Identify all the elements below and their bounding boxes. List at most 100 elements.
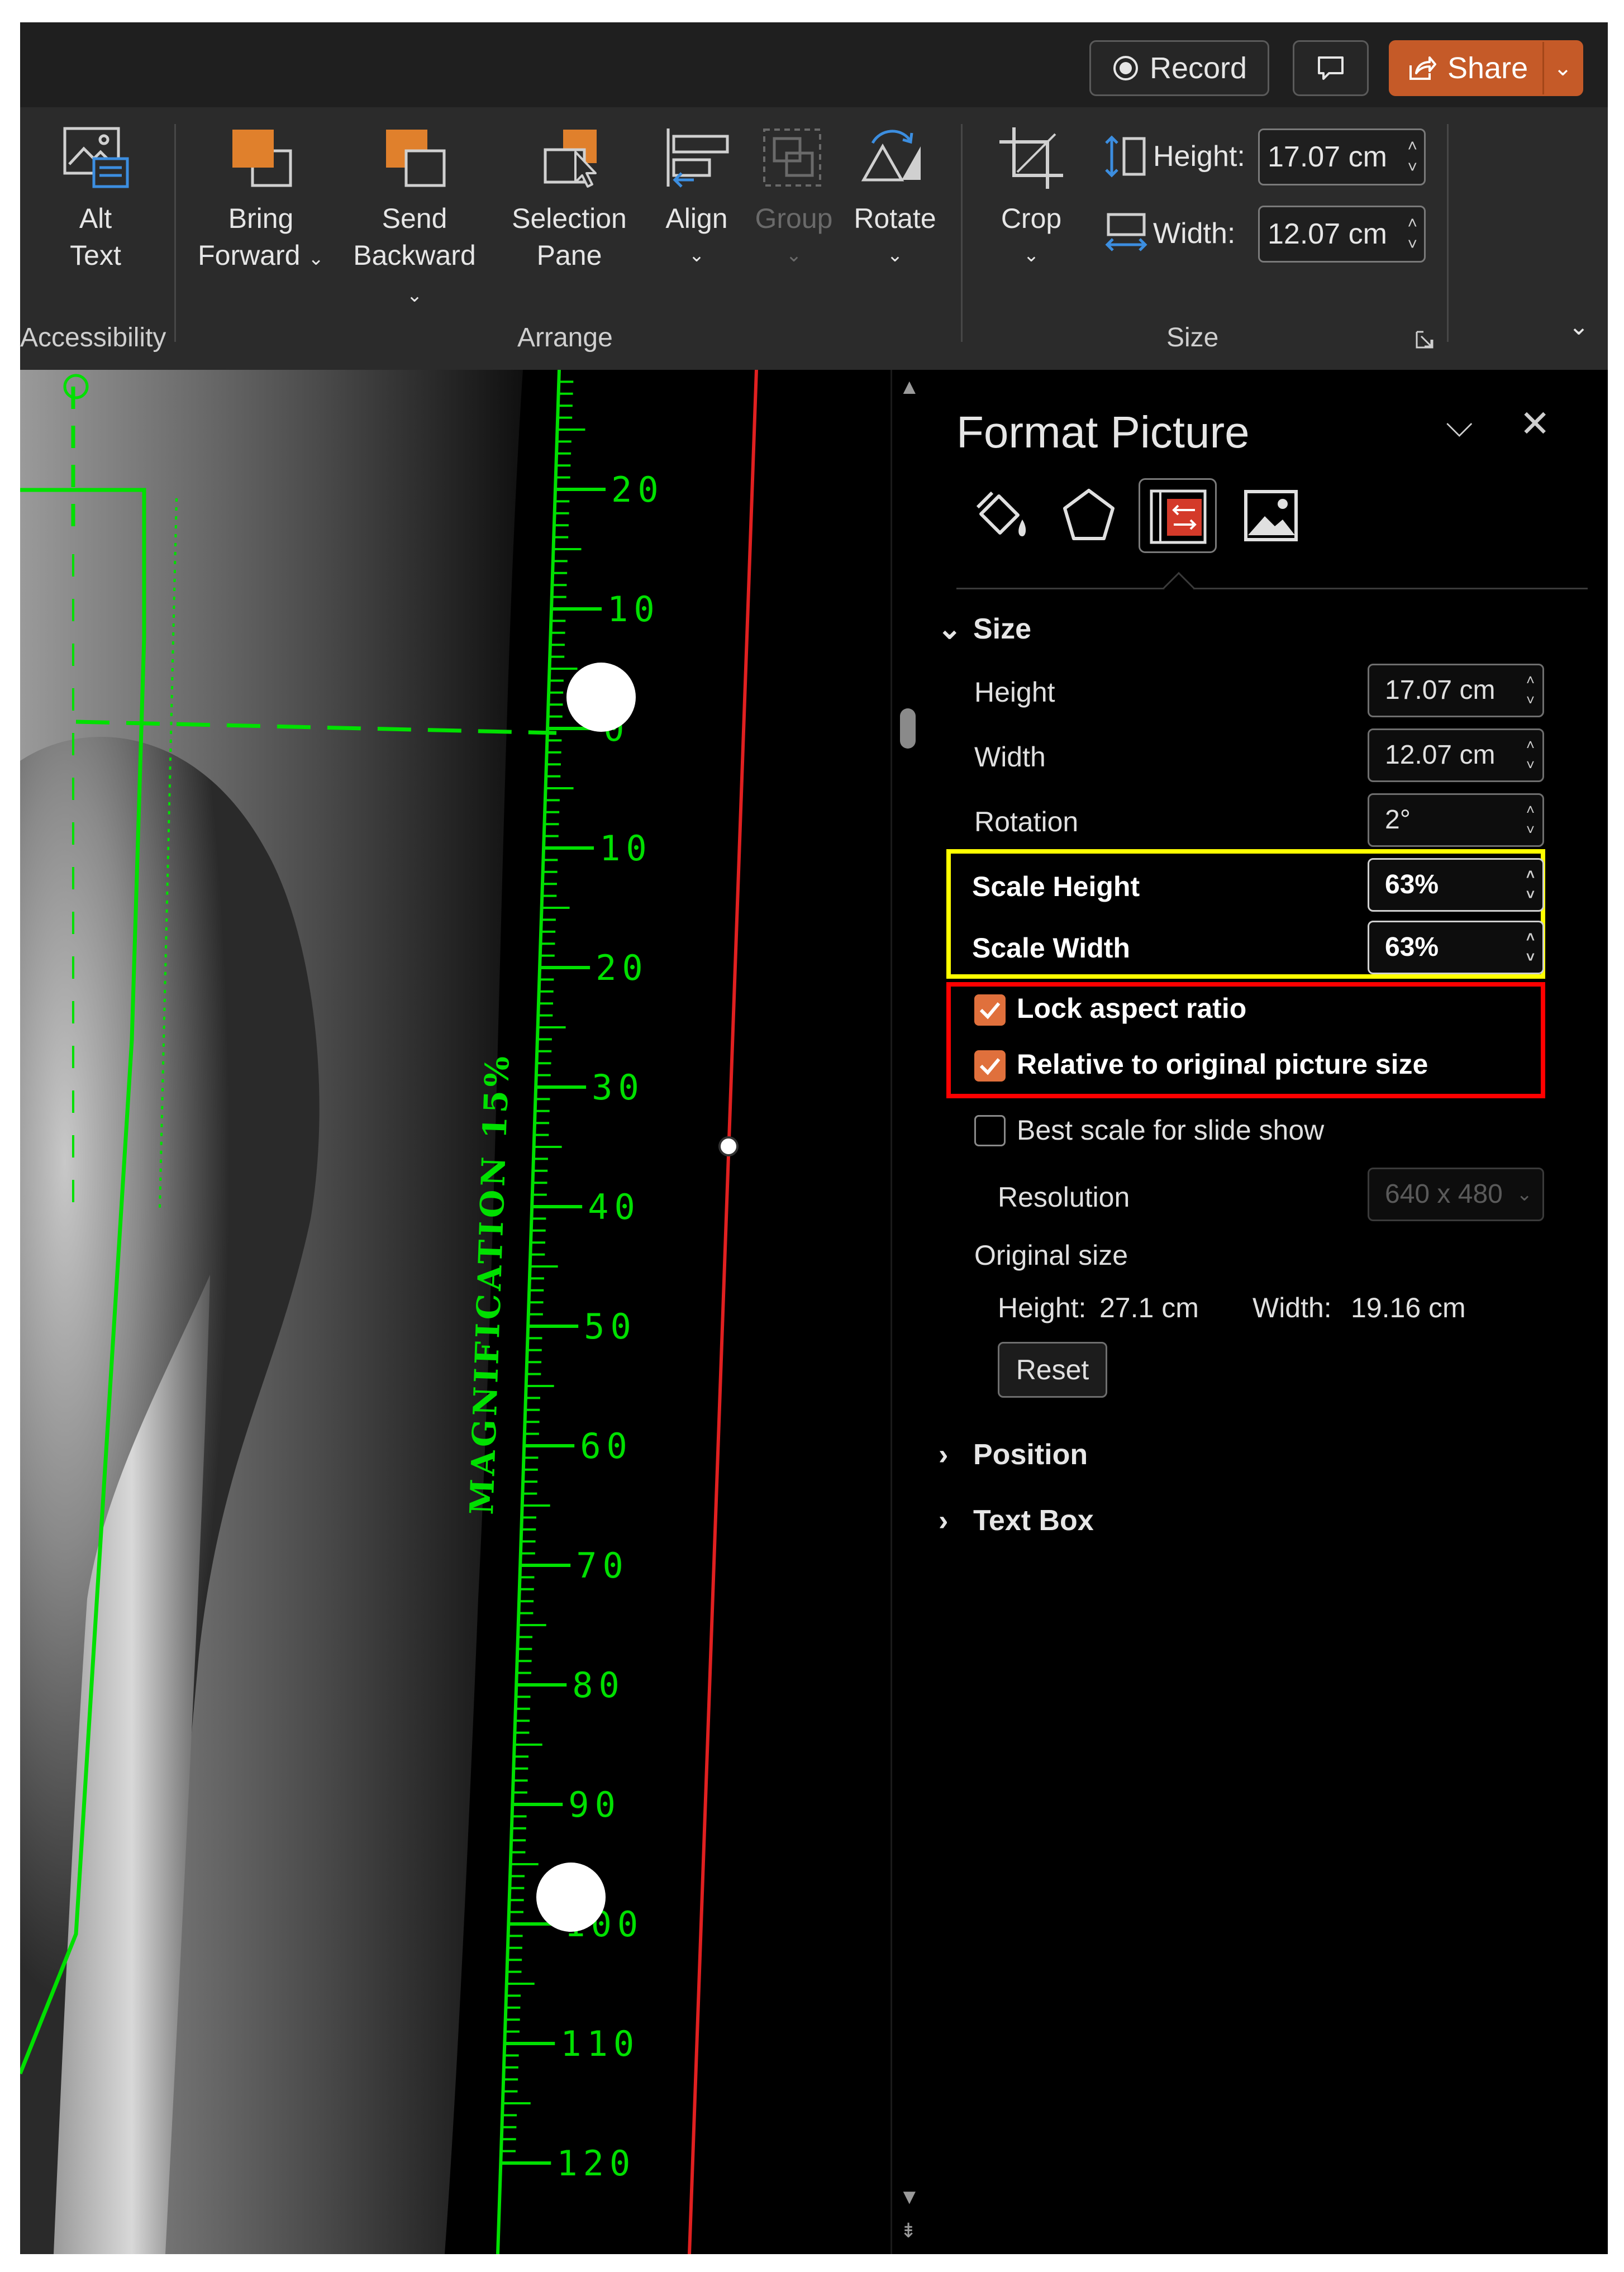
- ribbon: Alt Text Accessibility Bring Forward ⌄ S…: [20, 107, 1608, 370]
- ruler-tick-label: 80: [572, 1665, 625, 1706]
- scale-height-value: 63%: [1385, 870, 1439, 899]
- align-icon: [666, 128, 729, 188]
- chevron-down-icon: ⌄: [785, 245, 802, 266]
- share-icon: [1409, 56, 1436, 80]
- pane-title: Format Picture: [956, 407, 1250, 457]
- scroll-up-icon[interactable]: ▲: [899, 375, 920, 399]
- xray-image[interactable]: 20100102030405060708090100110120 MAGNIFI…: [20, 370, 903, 2254]
- send-backward-label-1: Send: [382, 203, 447, 234]
- size-section-header[interactable]: ⌄ Size: [937, 612, 1031, 646]
- selection-pane-button[interactable]: Selection Pane: [505, 124, 634, 274]
- shape-height-icon: [1105, 135, 1146, 178]
- height-value: 17.07 cm: [1268, 141, 1387, 173]
- alt-text-button[interactable]: Alt Text: [42, 124, 149, 274]
- resolution-select[interactable]: 640 x 480 ⌄: [1368, 1168, 1544, 1221]
- alt-text-icon: [63, 127, 129, 188]
- rotation-spinner[interactable]: ˄ ˅: [1526, 799, 1535, 840]
- shape-width-icon: [1105, 213, 1147, 251]
- width-input[interactable]: 12.07 cm ˄ ˅: [1258, 206, 1426, 263]
- share-button[interactable]: Share ⌄: [1389, 40, 1583, 96]
- ruler-tick-label: 60: [580, 1426, 633, 1466]
- ruler-tick-label: 10: [607, 589, 660, 630]
- calibration-marker-bottom[interactable]: [536, 1863, 606, 1932]
- height-input[interactable]: 17.07 cm ˄ ˅: [1258, 128, 1426, 185]
- scroll-down-icon[interactable]: ▼: [899, 2185, 920, 2209]
- rotate-button[interactable]: Rotate ⌄: [845, 124, 945, 274]
- dialog-launcher-icon[interactable]: [1413, 328, 1436, 351]
- size-properties-icon: [1150, 489, 1207, 544]
- lock-aspect-checkbox[interactable]: [974, 994, 1006, 1026]
- width-spinner[interactable]: ˄ ˅: [1407, 213, 1417, 255]
- best-scale-label[interactable]: Best scale for slide show: [1017, 1114, 1324, 1146]
- chevron-down-icon: ⌄: [1568, 313, 1589, 340]
- rotation-value: 2°: [1385, 805, 1411, 835]
- chevron-down-icon: ⌄: [406, 285, 423, 306]
- pane-width-input[interactable]: 12.07 cm ˄ ˅: [1368, 728, 1544, 782]
- original-width-value: 19.16 cm: [1351, 1292, 1466, 1323]
- comments-button[interactable]: [1293, 40, 1369, 96]
- relative-size-label[interactable]: Relative to original picture size: [1017, 1048, 1428, 1080]
- checkmark-icon: [979, 1002, 1001, 1020]
- slide-canvas[interactable]: 20 10 0 10 20 30 40 50 60 70 80 90 100 110 120 MAGNIFI…: [20, 370, 903, 2254]
- send-backward-icon: [386, 130, 446, 187]
- rotation-input[interactable]: 2° ˄ ˅: [1368, 793, 1544, 847]
- next-slide-icon[interactable]: ⇟: [900, 2219, 917, 2242]
- send-backward-button[interactable]: Send Backward ⌄: [342, 124, 487, 314]
- ruler-tick-label: 120: [556, 2143, 636, 2184]
- relative-size-checkbox[interactable]: [974, 1050, 1006, 1082]
- size-properties-tab[interactable]: [1139, 478, 1217, 553]
- size-group-label: Size: [1166, 323, 1219, 353]
- scale-width-spinner[interactable]: ˄ ˅: [1526, 927, 1535, 967]
- share-dropdown[interactable]: ⌄: [1542, 42, 1582, 94]
- width-spinner[interactable]: ˄ ˅: [1526, 735, 1535, 775]
- ruler-tick-label: 10: [599, 828, 653, 869]
- scale-height-spinner[interactable]: ˄ ˅: [1526, 864, 1535, 904]
- position-section-header[interactable]: › Position: [939, 1438, 1088, 1471]
- effects-tab-icon[interactable]: [1058, 485, 1120, 546]
- pane-height-input[interactable]: 17.07 cm ˄ ˅: [1368, 664, 1544, 717]
- tab-divider: [956, 588, 1588, 589]
- position-section-label: Position: [973, 1439, 1088, 1471]
- accessibility-group-label: Accessibility: [20, 323, 166, 353]
- selection-pane-icon: [544, 130, 597, 188]
- height-spinner[interactable]: ˄ ˅: [1407, 136, 1417, 178]
- format-picture-pane: Format Picture ⌵ ✕ ⌄ Size Height 17.07 c…: [922, 370, 1608, 2254]
- record-button[interactable]: Record: [1089, 40, 1269, 96]
- close-icon[interactable]: ✕: [1520, 402, 1550, 445]
- group-icon: [763, 128, 821, 187]
- group-button[interactable]: Group ⌄: [752, 124, 836, 274]
- textbox-section-header[interactable]: › Text Box: [939, 1504, 1094, 1537]
- reference-handle[interactable]: [718, 1136, 739, 1156]
- best-scale-checkbox[interactable]: [974, 1115, 1006, 1146]
- pane-height-value: 17.07 cm: [1385, 675, 1496, 705]
- checkmark-icon: [979, 1058, 1001, 1075]
- resolution-label: Resolution: [998, 1182, 1130, 1213]
- calibration-marker-top[interactable]: [566, 663, 636, 732]
- vertical-scrollbar[interactable]: ▲ ▼ ⇟: [890, 370, 922, 2254]
- width-value: 12.07 cm: [1268, 218, 1387, 250]
- height-spinner[interactable]: ˄ ˅: [1526, 670, 1535, 710]
- reset-button[interactable]: Reset: [998, 1342, 1107, 1398]
- align-button[interactable]: Align ⌄: [655, 124, 739, 274]
- ruler-tick-label: 40: [588, 1187, 641, 1227]
- send-backward-label-2: Backward: [353, 240, 476, 271]
- lock-aspect-label[interactable]: Lock aspect ratio: [1017, 992, 1246, 1025]
- fill-line-tab-icon[interactable]: [970, 485, 1031, 546]
- scale-height-input[interactable]: 63% ˄ ˅: [1368, 858, 1544, 912]
- alt-text-label-2: Text: [70, 240, 121, 271]
- bring-forward-button[interactable]: Bring Forward ⌄: [197, 124, 325, 277]
- rotation-label: Rotation: [974, 806, 1079, 837]
- width-label: Width: [974, 741, 1046, 773]
- scrollbar-thumb[interactable]: [900, 708, 916, 749]
- picture-tab-icon[interactable]: [1240, 485, 1302, 546]
- pane-options-chevron-icon[interactable]: ⌵: [1446, 403, 1473, 445]
- alt-text-label-1: Alt: [79, 203, 112, 234]
- crop-button[interactable]: Crop ⌄: [987, 124, 1076, 274]
- resolution-value: 640 x 480: [1385, 1179, 1503, 1209]
- rotate-label: Rotate: [854, 203, 936, 234]
- group-label: Group: [755, 203, 833, 234]
- ruler-tick-label: 90: [568, 1784, 621, 1825]
- collapse-ribbon-button[interactable]: ⌄: [1562, 308, 1596, 345]
- scale-width-input[interactable]: 63% ˄ ˅: [1368, 921, 1544, 974]
- scale-height-label: Scale Height: [972, 871, 1140, 902]
